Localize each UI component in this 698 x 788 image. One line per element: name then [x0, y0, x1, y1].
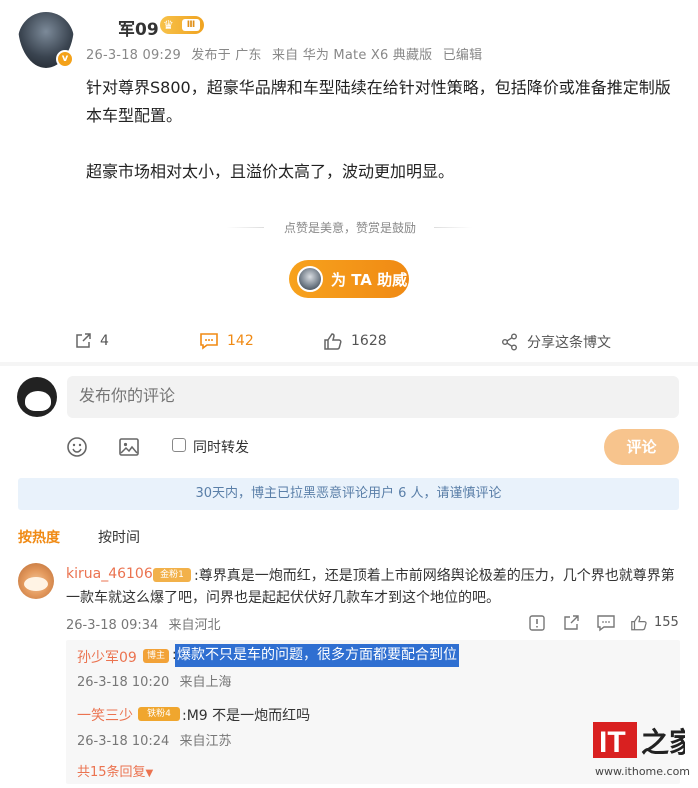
- like-count: 1628: [351, 333, 387, 349]
- reply-text: :M9 不是一炮而红吗: [182, 708, 311, 724]
- image-icon: [119, 438, 139, 456]
- image-button[interactable]: [118, 436, 140, 458]
- reply-time: 26-3-18 10:24: [77, 734, 170, 749]
- comment-forward-button[interactable]: [562, 614, 580, 632]
- reply-user[interactable]: 孙少军09: [77, 647, 137, 667]
- sort-by-hot-tab[interactable]: 按热度: [18, 527, 60, 547]
- reply-text: 爆款不只是车的问题，很多方面都要配合到位: [175, 644, 459, 667]
- post-paragraph: 超豪市场相对太小，且溢价太高了，波动更加明显。: [86, 162, 455, 181]
- comment-meta: 26-3-18 09:34 来自河北: [66, 614, 227, 633]
- post-edited[interactable]: 已编辑: [443, 48, 483, 63]
- comment-icon: [200, 333, 218, 350]
- comment-count: 142: [227, 333, 254, 349]
- svg-text:IT: IT: [599, 726, 626, 759]
- support-button[interactable]: 为 TA 助威: [289, 260, 409, 298]
- reply-location: 来自江苏: [179, 734, 232, 749]
- vip-level: Ⅲ: [182, 19, 200, 31]
- host-badge: 博主: [143, 649, 169, 663]
- like-action[interactable]: 1628: [323, 332, 387, 350]
- share-nodes-icon: [502, 333, 517, 351]
- sort-by-time-tab[interactable]: 按时间: [98, 527, 140, 547]
- ithome-logo-icon: IT 之家: [593, 722, 685, 759]
- forward-action[interactable]: 分享这条博文: [501, 332, 611, 352]
- notice-bar: 30天内，博主已拉黑恶意评论用户 6 人，请谨慎评论: [18, 478, 679, 510]
- repost-label[interactable]: 同时转发: [193, 437, 249, 457]
- section-divider: [0, 362, 698, 366]
- reply-meta: 26-3-18 10:20 来自上海: [77, 671, 238, 690]
- iron-fan-badge[interactable]: 铁粉4: [138, 707, 180, 721]
- post-body: 针对尊界S800，超豪华品牌和车型陆续在给针对性策略，包括降价或准备推定制版本车…: [86, 74, 682, 214]
- forward-icon: [564, 615, 579, 630]
- commenter-name[interactable]: kirua_46106: [66, 566, 153, 582]
- post-meta: 26-3-18 09:29 发布于 广东 来自 华为 Mate X6 典藏版 已…: [86, 44, 488, 63]
- reply-user[interactable]: 一笑三少: [77, 705, 133, 725]
- reply-time: 26-3-18 10:20: [77, 675, 170, 690]
- svg-text:之家: 之家: [641, 726, 685, 759]
- thumbs-up-icon: [324, 333, 342, 350]
- fan-badge[interactable]: 金粉1: [153, 568, 191, 582]
- divider-right: [434, 227, 472, 228]
- more-replies-link[interactable]: 共15条回复▼: [77, 761, 153, 780]
- submit-comment-button[interactable]: 评论: [604, 429, 679, 465]
- share-count: 4: [100, 333, 109, 349]
- alert-icon: [529, 615, 545, 631]
- commenter-avatar[interactable]: [18, 563, 54, 599]
- repost-checkbox[interactable]: [172, 438, 186, 452]
- comment-reply-button[interactable]: [596, 614, 616, 632]
- share-icon: [76, 333, 91, 348]
- post-paragraph: 针对尊界S800，超豪华品牌和车型陆续在给针对性策略，包括降价或准备推定制版本车…: [86, 78, 671, 125]
- vip-badge[interactable]: ♛ Ⅲ: [160, 16, 204, 34]
- comment-action[interactable]: 142: [199, 332, 254, 350]
- more-replies-label: 共15条回复: [77, 765, 146, 780]
- my-avatar: [17, 377, 57, 417]
- reply-location: 来自上海: [179, 675, 232, 690]
- support-button-label: 为 TA 助威: [331, 271, 408, 289]
- post-location: 发布于 广东: [191, 48, 262, 63]
- crown-icon: ♛: [163, 18, 174, 32]
- emoji-button[interactable]: [66, 436, 88, 458]
- comment-like-button[interactable]: 155: [630, 614, 679, 631]
- thumbs-up-icon: [631, 615, 647, 631]
- comment-like-count: 155: [654, 615, 679, 630]
- emoji-icon: [67, 437, 87, 457]
- author-name[interactable]: 军09: [118, 15, 159, 40]
- forward-label: 分享这条博文: [527, 335, 611, 351]
- author-mini-avatar: [297, 266, 323, 292]
- ithome-logo: IT 之家: [593, 718, 685, 762]
- reply-meta: 26-3-18 10:24 来自江苏: [77, 730, 238, 749]
- caret-down-icon: ▼: [145, 768, 154, 779]
- verified-badge: v: [56, 50, 74, 68]
- post-source: 来自 华为 Mate X6 典藏版: [271, 48, 433, 63]
- share-action[interactable]: 4: [74, 332, 109, 350]
- comment-input[interactable]: [67, 376, 679, 418]
- comment-time: 26-3-18 09:34: [66, 618, 159, 633]
- watermark-url: www.ithome.com: [595, 765, 691, 778]
- report-button[interactable]: [528, 614, 546, 632]
- reply-icon: [597, 615, 615, 632]
- post-time[interactable]: 26-3-18 09:29: [86, 48, 181, 63]
- comment-location: 来自河北: [168, 618, 221, 633]
